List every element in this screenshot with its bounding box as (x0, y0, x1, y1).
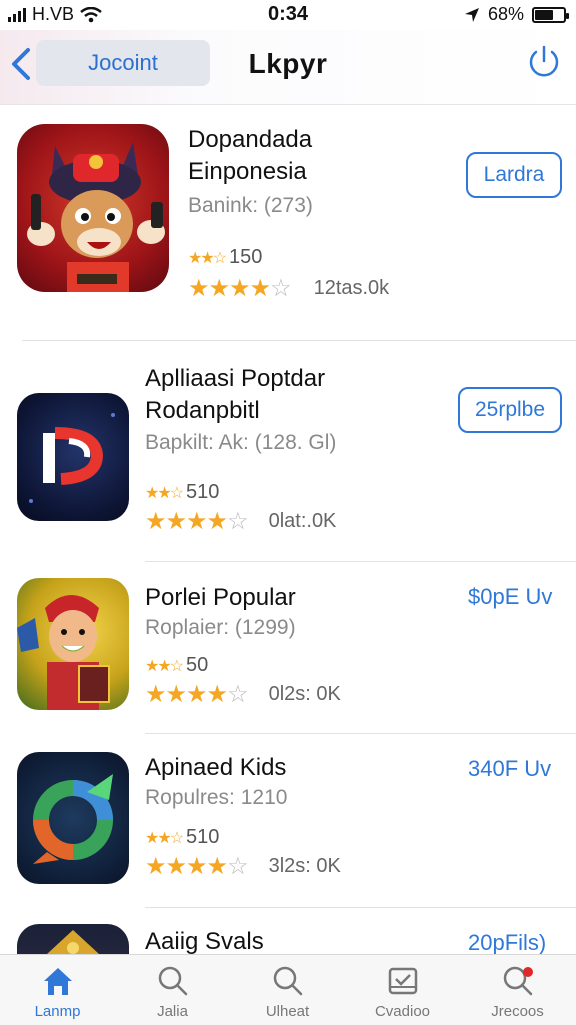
star-empty-icon: ☆ (227, 508, 249, 535)
app-name-line1[interactable]: Dopandada (188, 124, 312, 156)
rating-value: 50 (186, 654, 209, 676)
star-icon: ★★★★ (145, 681, 228, 708)
status-bar: H.VB 0:34 68% (0, 0, 576, 30)
tab-bar: Lanmp Jalia Ulheat Cvadioo Jrecoos (0, 954, 576, 1025)
app-name[interactable]: Apinaed Kids (145, 752, 286, 784)
app-subtitle: Banink: (273) (188, 194, 313, 217)
star-icon: ★★☆ (145, 484, 184, 502)
inbox-icon (388, 967, 417, 995)
circular-logo-icon (33, 774, 113, 864)
get-button[interactable]: Lardra (466, 152, 562, 198)
app-subtitle: Roplaier: (1299) (145, 616, 296, 639)
app-name-line2[interactable]: Rodanpbitl (145, 395, 260, 427)
app-row-1[interactable]: Dopandada Einponesia Banink: (273) ★★☆ 1… (0, 104, 576, 340)
star-icon: ★★★★ (188, 275, 271, 302)
tab-label: Jrecoos (491, 1003, 544, 1020)
tab-search-1[interactable]: Jalia (115, 955, 230, 1025)
app-name-line2[interactable]: Einponesia (188, 156, 307, 188)
rating-stars: ★★★★ ☆ 12tas.0k (188, 274, 389, 303)
rating-stars: ★★★★ ☆ 0lat:.0K (145, 507, 336, 536)
review-count: 0lat:.0K (268, 510, 337, 532)
rating-value: 510 (186, 826, 220, 848)
search-icon (273, 966, 302, 996)
star-icon: ★★☆ (145, 657, 184, 675)
app-icon-1[interactable] (17, 124, 169, 292)
page-title: Lkpyr (248, 48, 328, 79)
price-button[interactable]: 340F Uv (468, 756, 551, 782)
price-button[interactable]: 20pFils) (468, 930, 546, 954)
tab-label: Jalia (157, 1003, 188, 1020)
app-name[interactable]: Porlei Popular (145, 582, 296, 614)
battery-percent: 68% (487, 4, 524, 24)
tab-search-2[interactable]: Ulheat (230, 955, 345, 1025)
app-row-3[interactable]: Porlei Popular Roplaier: (1299) ★★☆ 50 ★… (0, 562, 576, 732)
star-icon: ★★☆ (145, 829, 184, 847)
logo-p-icon (29, 413, 115, 503)
rating-small: ★★☆ 510 (145, 481, 219, 504)
nav-bar: Jocoint Lkpyr (0, 30, 576, 105)
search-badge-icon (503, 966, 533, 996)
rating-value: 150 (229, 246, 263, 268)
tab-label: Ulheat (265, 1003, 310, 1020)
rating-small: ★★☆ 510 (145, 826, 219, 849)
star-empty-icon: ☆ (270, 275, 292, 302)
status-right: 68% (464, 4, 569, 25)
cartoon-character-icon (27, 142, 165, 292)
rating-stars: ★★★★ ☆ 3l2s: 0K (145, 852, 341, 881)
app-subtitle: Ropulres: 1210 (145, 786, 288, 809)
rating-value: 510 (186, 481, 220, 503)
rating-small: ★★☆ 150 (188, 246, 262, 269)
tab-label: Lanmp (34, 1003, 81, 1020)
app-icon-3[interactable] (17, 578, 129, 710)
app-name[interactable]: Aaiig Svals (145, 926, 264, 954)
location-icon (464, 7, 479, 22)
tab-inbox[interactable]: Cvadioo (345, 955, 460, 1025)
review-count: 12tas.0k (313, 277, 390, 299)
battery-icon (532, 6, 569, 23)
cartoon-boy-icon (17, 595, 110, 710)
star-icon: ★★☆ (188, 249, 227, 267)
star-empty-icon: ☆ (227, 681, 249, 708)
rating-small: ★★☆ 50 (145, 654, 208, 677)
tab-home[interactable]: Lanmp (0, 955, 115, 1025)
app-icon-4[interactable] (17, 752, 129, 884)
home-icon (43, 968, 72, 995)
app-row-5[interactable]: Aaiig Svals 20pFils) (0, 908, 576, 954)
rating-stars: ★★★★ ☆ 0l2s: 0K (145, 680, 341, 709)
app-name-line1[interactable]: Aplliaasi Poptdar (145, 363, 325, 395)
star-icon: ★★★★ (145, 508, 228, 535)
review-count: 3l2s: 0K (268, 855, 341, 877)
tab-search-badge[interactable]: Jrecoos (460, 955, 575, 1025)
game-logo-icon (47, 930, 99, 954)
star-icon: ★★★★ (145, 853, 228, 880)
app-row-2[interactable]: Aplliaasi Poptdar Rodanpbitl Bapkilt: Ak… (0, 341, 576, 561)
app-icon-2[interactable] (17, 393, 129, 521)
app-icon-5[interactable] (17, 924, 129, 954)
search-icon (158, 966, 187, 996)
get-button[interactable]: 25rplbe (458, 387, 562, 433)
star-empty-icon: ☆ (227, 853, 249, 880)
review-count: 0l2s: 0K (268, 683, 341, 705)
app-subtitle: Bapkilt: Ak: (128. Gl) (145, 431, 337, 454)
tab-label: Cvadioo (374, 1003, 431, 1020)
power-icon[interactable] (526, 44, 562, 80)
price-button[interactable]: $0pE Uv (468, 584, 552, 610)
app-row-4[interactable]: Apinaed Kids Ropulres: 1210 ★★☆ 510 ★★★★… (0, 734, 576, 906)
